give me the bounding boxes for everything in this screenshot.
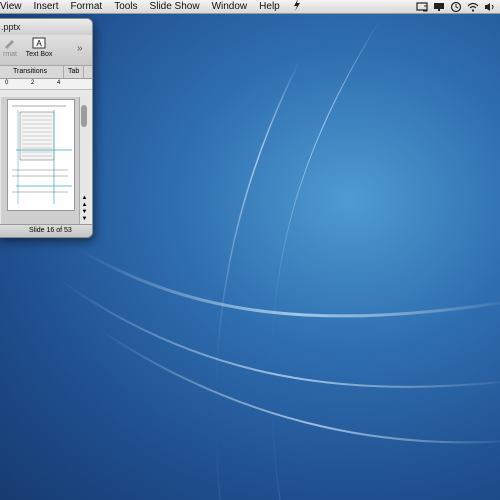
ruler-mark: 0 [5,80,9,86]
tab-partial[interactable]: Tab [64,66,85,78]
menu-slide-show[interactable]: Slide Show [144,0,206,14]
format-button-label: rmat [3,51,17,58]
format-brush-icon [5,40,14,49]
menu-view[interactable]: View [0,0,28,14]
display-icon[interactable] [416,1,428,13]
ruler-mark: 4 [57,80,61,86]
monitor-icon[interactable] [433,1,445,13]
menu-tools[interactable]: Tools [108,0,143,14]
ruler-mark: 2 [31,80,35,86]
menu-window[interactable]: Window [206,0,254,14]
status-bar: Slide 16 of 53 [0,224,92,237]
slide-counter: Slide 16 of 53 [29,227,72,234]
tab-transitions[interactable]: Transitions [0,66,64,78]
window-toolbar: rmat A Text Box » [0,35,92,66]
menu-help[interactable]: Help [253,0,286,14]
powerpoint-window: .pptx rmat A Text Box » Transitions Tab … [0,18,93,238]
menu-format[interactable]: Format [65,0,109,14]
text-box-button[interactable]: A Text Box [23,37,55,58]
time-machine-icon[interactable] [450,1,462,13]
ruler: 0 2 4 [0,79,92,90]
slide-thumbnail[interactable] [7,99,75,211]
vertical-scrollbar[interactable]: ▲ ▲ ▼ ▼ [79,97,89,225]
wifi-icon[interactable] [467,1,479,13]
slide-content-image [12,105,72,204]
volume-icon[interactable] [484,1,496,13]
text-box-icon: A [32,37,46,49]
slide-canvas[interactable] [1,97,79,225]
menu-extras [416,0,496,14]
scrollbar-thumb[interactable] [81,105,87,127]
format-button[interactable]: rmat [0,37,21,58]
svg-text:A: A [36,39,42,48]
menu-bar: View Insert Format Tools Slide Show Wind… [0,0,500,14]
window-title[interactable]: .pptx [0,19,92,35]
menu-insert[interactable]: Insert [28,0,65,14]
ribbon-tabs: Transitions Tab [0,66,92,79]
toolbar-overflow-button[interactable]: » [77,43,83,54]
text-box-label: Text Box [25,51,53,58]
prev-next-slide-arrows[interactable]: ▲ ▲ ▼ ▼ [80,195,89,223]
script-menu-icon[interactable] [286,0,308,14]
